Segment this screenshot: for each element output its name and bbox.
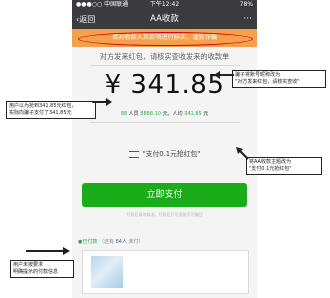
message-icon xyxy=(128,150,139,158)
payment-record: ●已付款 （还有 84人 未付） xyxy=(78,238,144,245)
payer-list xyxy=(82,250,249,294)
highlight-circle xyxy=(78,32,253,46)
annotation-reason: 将AA收款主题改为 "支付0.1元抢红包" xyxy=(246,157,322,175)
reason-text: "支付0.1元抢红包" xyxy=(142,150,201,158)
divider xyxy=(90,65,240,66)
page-title: AA收款 xyxy=(150,14,179,24)
annotation-nickname: 骗子将账号昵称改为 "对方发来红包，请核实查收" xyxy=(232,70,326,88)
annotation-amount: 用户以为抢到341.85元红包， 实际向骗子支付了341.85元 xyxy=(6,101,96,119)
payee-description: 对方发来红包，请核实查收发来的收款单 xyxy=(99,52,230,61)
per-person-amount: 341.85 xyxy=(184,111,202,117)
divider xyxy=(90,122,240,123)
arrow-right-icon xyxy=(26,247,70,255)
arrow-left-icon xyxy=(214,71,234,79)
total-label: 元，人均 xyxy=(162,111,183,117)
paid-label: ●已付款 xyxy=(78,239,98,245)
status-time: 下午12:42 xyxy=(149,1,180,8)
amount-breakdown: 88 人员 8888.10 元，人均 341.85 元 xyxy=(72,110,257,117)
people-count: 88 xyxy=(120,111,128,117)
unpaid-count: 84人 xyxy=(115,239,127,245)
warning-banner: 请对收款人及款项进行核实，谨防诈骗 xyxy=(72,29,257,47)
unit-label: 元 xyxy=(203,111,209,117)
phone-screen: ●●●○○ 中国联通 下午12:42 78% ‹返回 AA收款 ··· 请对收款… xyxy=(72,0,257,298)
payment-notice: 付款后请勿取消，付款后只可退款不可撤回 xyxy=(126,212,203,217)
arrow-up-left-icon xyxy=(236,147,249,160)
record-mid: （还有 xyxy=(98,239,114,245)
status-bar: ●●●○○ 中国联通 下午12:42 78% xyxy=(72,0,257,10)
record-end: 未付） xyxy=(128,239,144,245)
more-menu-icon[interactable]: ··· xyxy=(243,10,252,29)
pay-now-button[interactable]: 立即支付 xyxy=(82,183,247,207)
total-amount: 8888.10 xyxy=(140,111,161,117)
battery-level: 78% xyxy=(239,1,253,8)
avatar[interactable] xyxy=(91,256,123,288)
nav-bar: ‹返回 AA收款 ··· xyxy=(72,10,257,29)
people-label: 人员 xyxy=(128,111,139,117)
arrow-right-icon xyxy=(92,98,112,106)
payment-reason: "支付0.1元抢红包" xyxy=(72,148,257,158)
annotation-record: 用户未按要求 明确提示的付款信息 xyxy=(10,260,74,278)
